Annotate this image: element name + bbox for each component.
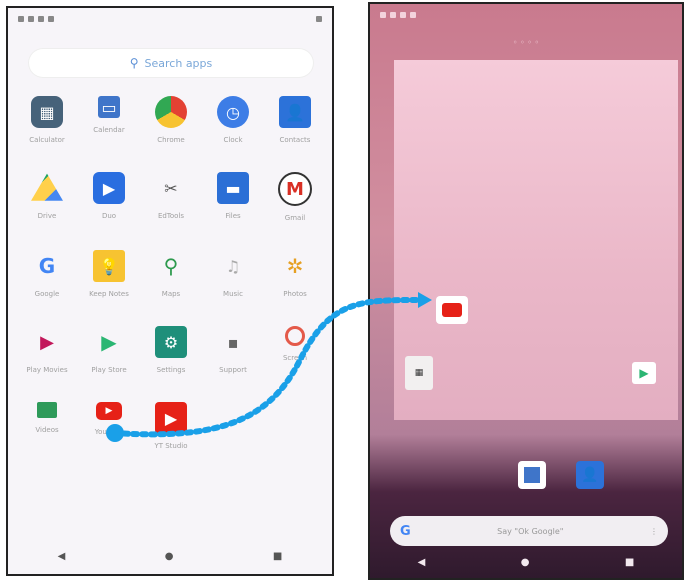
drag-path [112,297,423,438]
drag-arrowhead [418,292,432,308]
drag-start-dot [106,424,124,442]
drag-arrow [106,292,432,442]
